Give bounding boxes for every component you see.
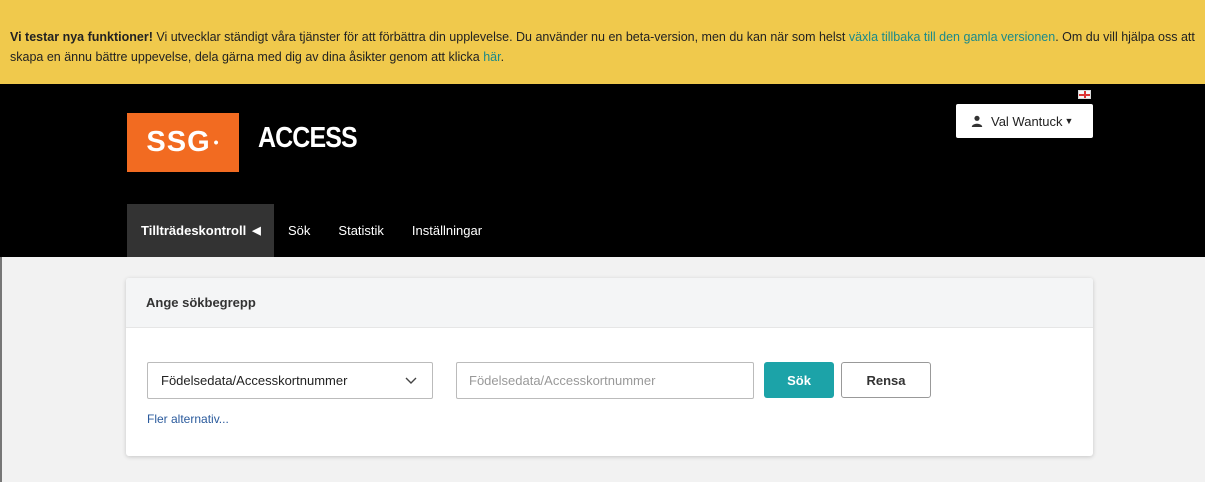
clear-button[interactable]: Rensa [841,362,931,398]
chevron-down-icon [404,373,418,387]
search-type-select[interactable]: Födelsedata/Accesskortnummer [147,362,433,399]
search-button[interactable]: Sök [764,362,834,398]
logo-dot: • [213,133,220,150]
user-icon [971,115,983,127]
more-options-link[interactable]: Fler alternativ... [147,412,229,426]
beta-banner: Vi testar nya funktioner! Vi utvecklar s… [0,0,1205,84]
search-card: Ange sökbegrepp Födelsedata/Accesskortnu… [126,278,1093,456]
nav-item-sok[interactable]: Sök [274,204,324,257]
feedback-link[interactable]: här [483,50,500,64]
search-card-title: Ange sökbegrepp [126,278,1093,328]
switch-version-link[interactable]: växla tillbaka till den gamla versionen [849,30,1055,44]
ssg-logo[interactable]: SSG • [127,113,239,172]
logo-text: SSG [146,126,211,158]
user-name: Val Wantuck [991,113,1063,129]
nav-label: Tillträdeskontroll [141,223,247,238]
nav-item-tilltradeskontroll[interactable]: Tillträdeskontroll ◀ [127,204,274,257]
nav-item-statistik[interactable]: Statistik [324,204,398,257]
nav-item-installningar[interactable]: Inställningar [398,204,496,257]
search-input[interactable] [456,362,754,399]
caret-left-icon: ◀ [252,225,261,237]
search-type-value: Födelsedata/Accesskortnummer [161,373,348,388]
banner-lead: Vi testar nya funktioner! [10,30,153,44]
banner-text-3: . [500,50,505,64]
user-menu-button[interactable]: Val Wantuck ▼ [956,104,1093,138]
app-title: ACCESS [258,122,358,154]
uk-flag-icon[interactable] [1078,90,1091,99]
main-nav: Tillträdeskontroll ◀ Sök Statistik Instä… [127,204,496,257]
banner-text-1: Vi utvecklar ständigt våra tjänster för … [152,30,849,44]
caret-down-icon: ▼ [1064,116,1074,126]
